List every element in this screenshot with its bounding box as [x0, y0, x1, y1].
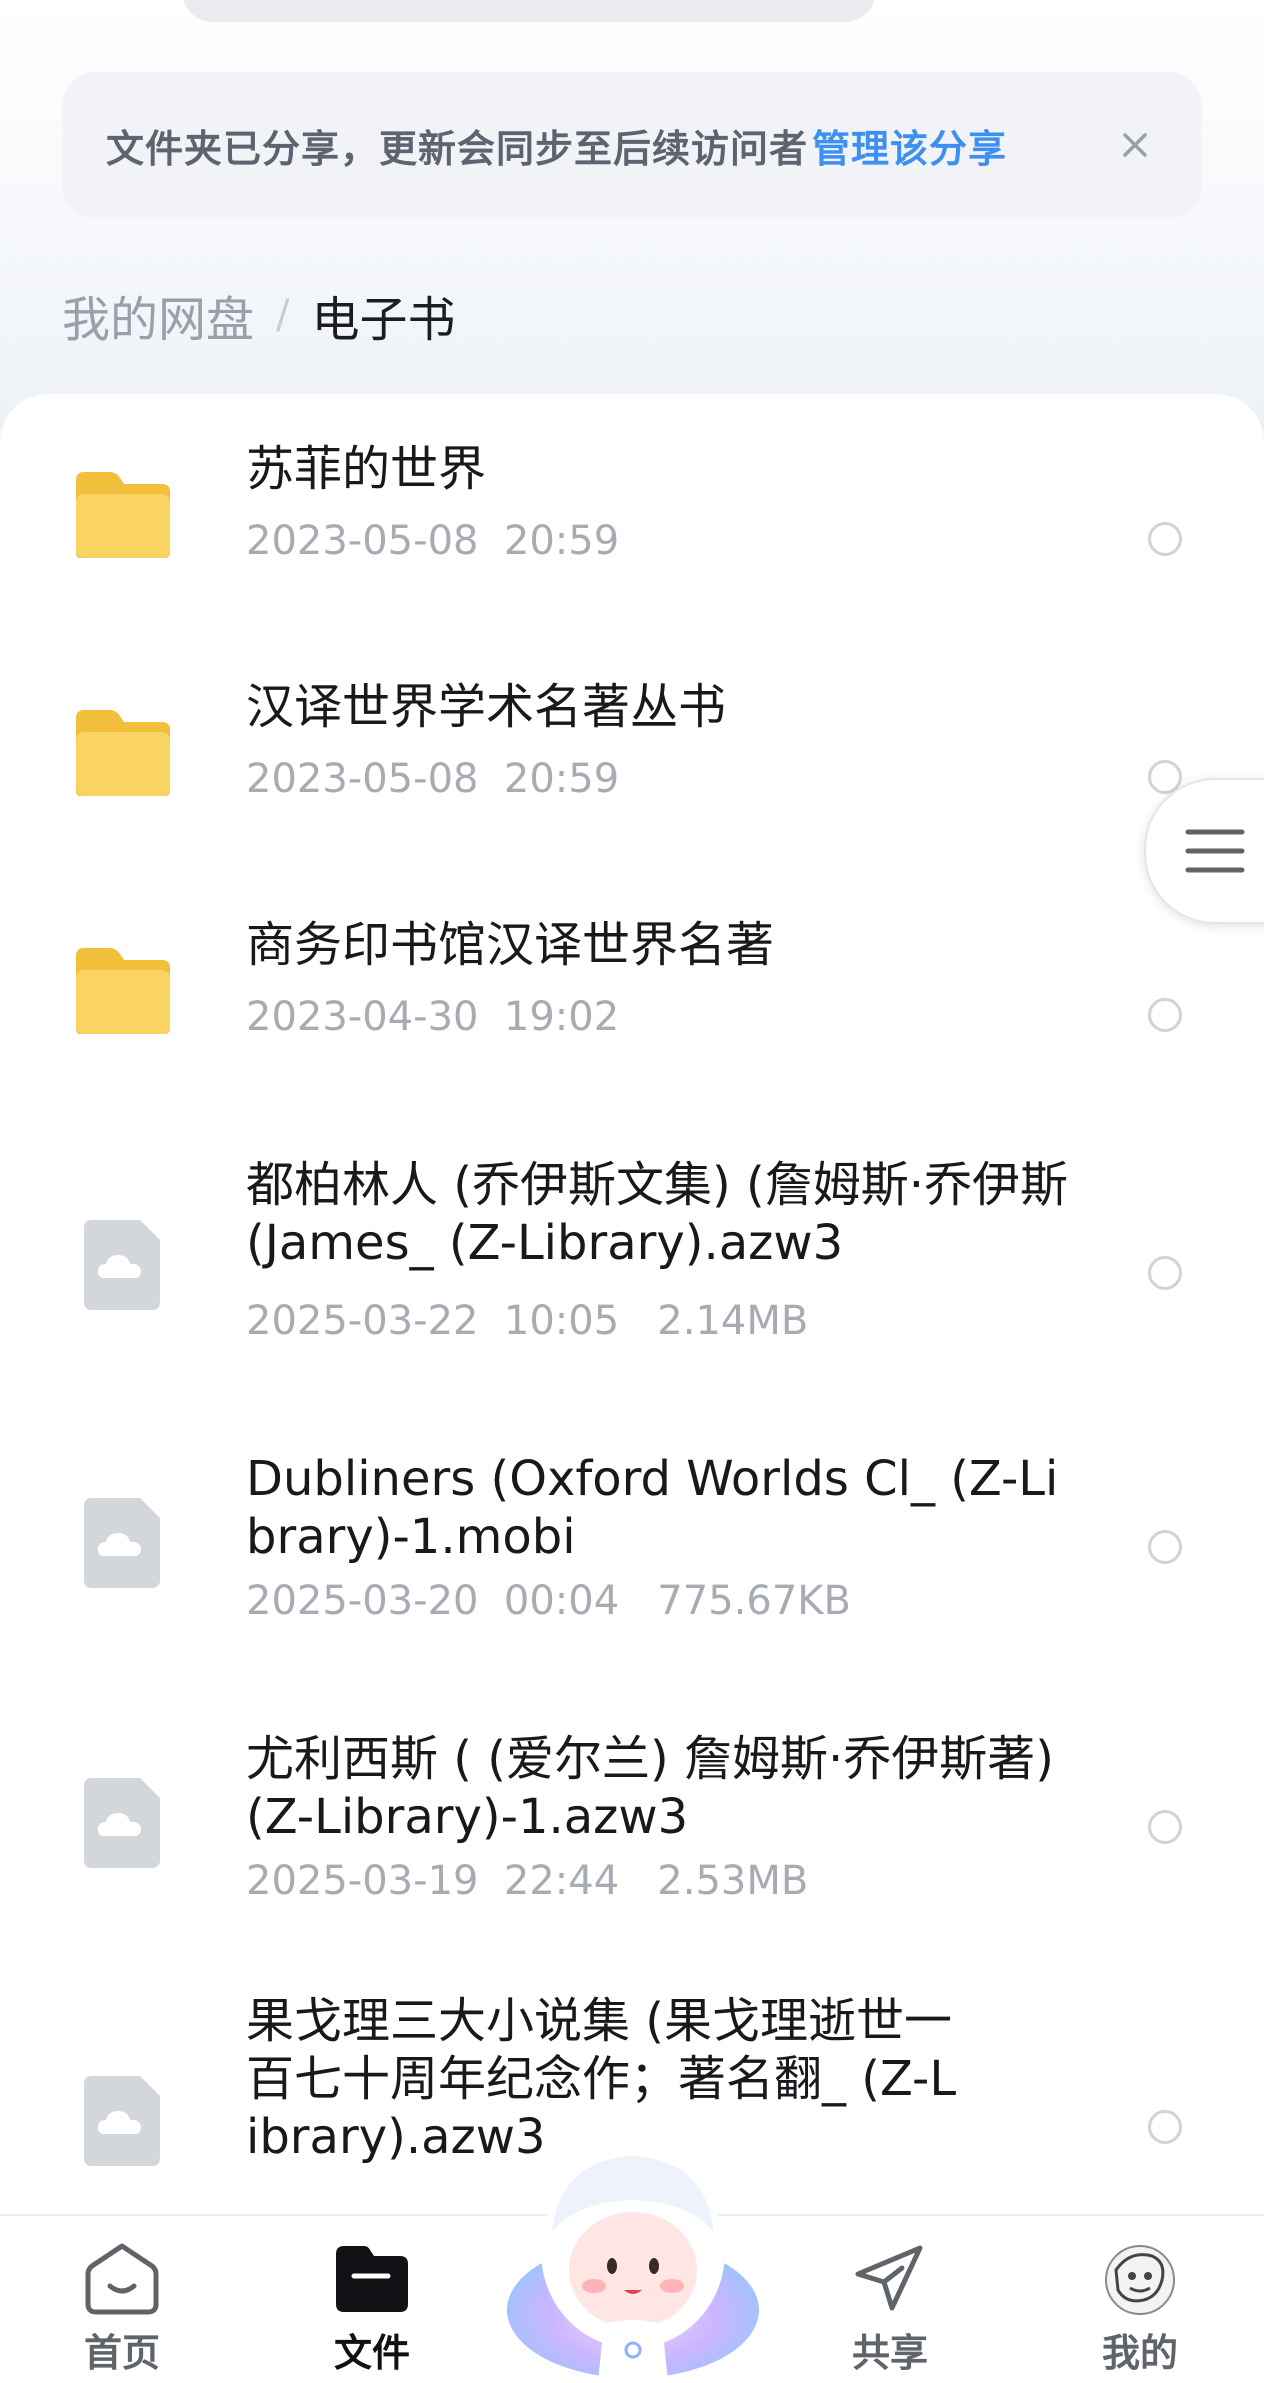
select-checkbox[interactable]: [1148, 1256, 1182, 1290]
list-item[interactable]: 苏菲的世界 2023-05-08 20:59: [0, 434, 1264, 634]
select-checkbox[interactable]: [1148, 1530, 1182, 1564]
file-meta: 2023-05-08 20:59: [246, 518, 620, 564]
breadcrumb-current: 电子书: [311, 292, 456, 348]
tab-files[interactable]: 文件: [292, 2216, 452, 2383]
file-name: 尤利西斯 ( (爱尔兰) 詹姆斯·乔伊斯著) (Z-Library)-1.azw…: [246, 1731, 1054, 1845]
file-name: 汉译世界学术名著丛书: [246, 679, 727, 735]
file-meta: 2025-03-22 10:05 2.14MB: [246, 1298, 809, 1344]
folder-icon: [336, 2246, 408, 2312]
tab-files-label: 文件: [333, 2331, 410, 2375]
tab-share-label: 共享: [851, 2331, 928, 2375]
tab-me-label: 我的: [1101, 2331, 1178, 2375]
tab-share[interactable]: 共享: [810, 2216, 970, 2383]
file-meta: 2025-03-20 00:04 775.67KB: [246, 1578, 851, 1624]
folder-icon: [76, 472, 170, 558]
file-meta: 2023-05-08 20:59: [246, 756, 620, 802]
list-item[interactable]: 汉译世界学术名著丛书 2023-05-08 20:59: [0, 672, 1264, 872]
cloud-file-icon: [84, 1220, 160, 1310]
select-checkbox[interactable]: [1148, 522, 1182, 556]
cloud-file-icon: [84, 1778, 160, 1868]
breadcrumb-separator: /: [276, 292, 290, 338]
file-name: Dubliners (Oxford Worlds Cl_ (Z-Library)…: [246, 1451, 1059, 1565]
folder-icon: [76, 710, 170, 796]
list-item[interactable]: 尤利西斯 ( (爱尔兰) 詹姆斯·乔伊斯著) (Z-Library)-1.azw…: [0, 1730, 1264, 1920]
search-bar[interactable]: [182, 0, 876, 22]
list-item[interactable]: Dubliners (Oxford Worlds Cl_ (Z-Library)…: [0, 1450, 1264, 1640]
tab-home[interactable]: 首页: [42, 2216, 202, 2383]
folder-icon: [76, 948, 170, 1034]
list-item[interactable]: 商务印书馆汉译世界名著 2023-04-30 19:02: [0, 910, 1264, 1110]
send-icon: [855, 2245, 923, 2311]
cloud-file-icon: [84, 1498, 160, 1588]
share-notice-banner: 文件夹已分享，更新会同步至后续访问者 管理该分享: [62, 72, 1202, 218]
menu-icon: [1185, 829, 1245, 873]
file-meta: 2025-03-19 22:44 2.53MB: [246, 1858, 809, 1904]
file-name: 商务印书馆汉译世界名著: [246, 917, 775, 973]
avatar: [1105, 2245, 1175, 2315]
file-list: 苏菲的世界 2023-05-08 20:59 汉译世界学术名著丛书 2023-0…: [0, 394, 1264, 2224]
select-checkbox[interactable]: [1148, 998, 1182, 1032]
file-name: 都柏林人 (乔伊斯文集) (詹姆斯·乔伊斯(James_ (Z-Library)…: [246, 1157, 1068, 1271]
file-name: 苏菲的世界: [246, 441, 487, 497]
breadcrumb-root[interactable]: 我的网盘: [62, 280, 254, 350]
select-checkbox[interactable]: [1148, 2110, 1182, 2144]
tab-home-label: 首页: [83, 2331, 160, 2375]
manage-share-link[interactable]: 管理该分享: [812, 118, 1007, 173]
share-notice-text: 文件夹已分享，更新会同步至后续访问者: [106, 126, 809, 171]
list-item[interactable]: 都柏林人 (乔伊斯文集) (詹姆斯·乔伊斯(James_ (Z-Library)…: [0, 1154, 1264, 1394]
select-checkbox[interactable]: [1148, 1810, 1182, 1844]
tab-me[interactable]: 我的: [1060, 2216, 1220, 2383]
home-icon: [85, 2243, 159, 2315]
breadcrumb: 我的网盘 / 电子书: [62, 280, 456, 350]
cloud-file-icon: [84, 2076, 160, 2166]
file-meta: 2023-04-30 19:02: [246, 994, 620, 1040]
assistant-mascot-button[interactable]: [500, 2140, 766, 2381]
close-icon[interactable]: [1108, 118, 1162, 172]
